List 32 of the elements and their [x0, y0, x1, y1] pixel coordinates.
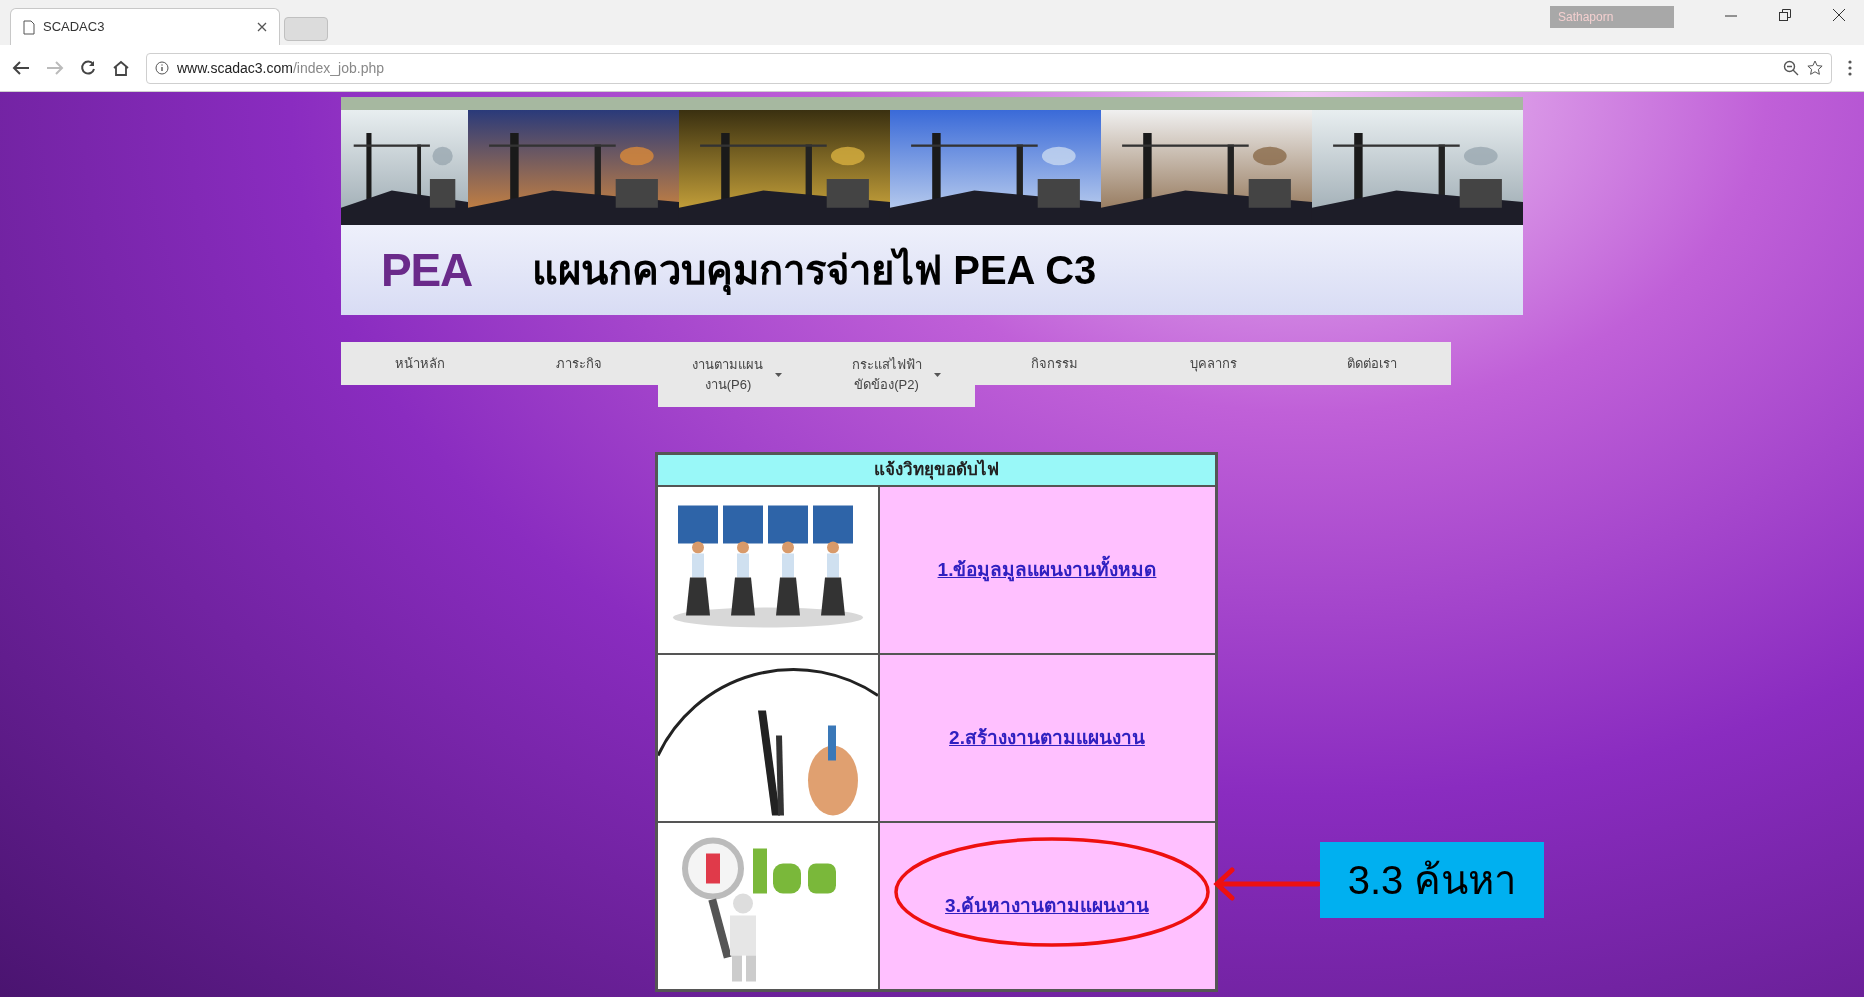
nav-item[interactable]: ติดต่อเรา: [1292, 342, 1452, 385]
caret-icon: [933, 372, 941, 377]
home-icon[interactable]: [112, 60, 130, 76]
table-header: แจ้งวิทยุขอดับไฟ: [657, 455, 1215, 485]
star-icon[interactable]: [1807, 60, 1823, 76]
page-icon: [23, 19, 35, 35]
close-icon[interactable]: [1832, 8, 1846, 22]
close-icon[interactable]: [257, 22, 267, 32]
reload-icon[interactable]: [80, 60, 96, 76]
logo: PEA: [381, 242, 473, 298]
menu-icon[interactable]: [1848, 60, 1852, 76]
caret-icon: [775, 372, 783, 377]
plan-link[interactable]: 2.สร้างงานตามแผนงาน: [949, 723, 1145, 753]
plan-link[interactable]: 1.ข้อมูลมูลแผนงานทั้งหมด: [937, 555, 1157, 585]
profile-name: Sathaporn: [1558, 9, 1614, 26]
info-icon[interactable]: [155, 61, 169, 75]
nav-item[interactable]: งานตามแผน งาน(P6): [658, 342, 817, 407]
banner-title: แผนกควบคุมการจ่ายไฟ PEA C3: [532, 240, 1097, 300]
nav-item[interactable]: หน้าหลัก: [341, 342, 500, 385]
nav-item[interactable]: บุคลากร: [1133, 342, 1293, 385]
back-icon[interactable]: [12, 60, 30, 76]
url-text: www.scadac3.com/index_job.php: [177, 58, 384, 78]
nav-item[interactable]: กิจกรรม: [975, 342, 1134, 385]
restore-icon[interactable]: [1778, 8, 1792, 22]
tab-title: SCADAC3: [43, 18, 106, 37]
plan-link[interactable]: 3.ค้นหางานตามแผนงาน: [945, 891, 1149, 921]
zoom-icon[interactable]: [1783, 60, 1799, 76]
nav-item[interactable]: กระแสไฟฟ้า ขัดข้อง(P2): [816, 342, 976, 407]
address-field[interactable]: www.scadac3.com/index_job.php: [146, 52, 1832, 84]
callout-label: 3.3 ค้นหา: [1320, 842, 1544, 918]
browser-tab[interactable]: SCADAC3: [10, 8, 280, 45]
nav-item[interactable]: ภาระกิจ: [499, 342, 659, 385]
